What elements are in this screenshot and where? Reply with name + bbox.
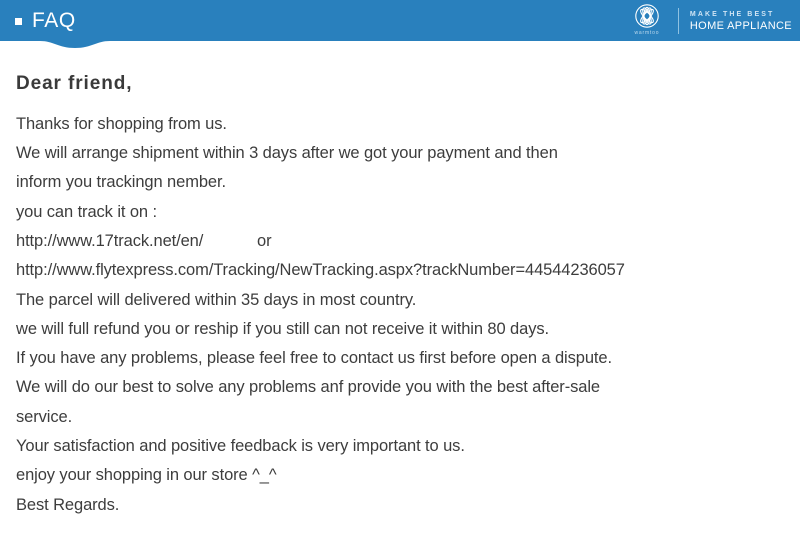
faq-line: you can track it on : xyxy=(16,202,157,221)
faq-line: The parcel will delivered within 35 days… xyxy=(16,290,417,309)
faq-line: Best Regards. xyxy=(16,495,120,514)
brand-wordmark: warmtoo xyxy=(634,30,660,36)
header-content: FAQ warmtoo MAKE THE BEST HOME APPLIANCE xyxy=(0,0,800,41)
faq-line: http://www.flytexpress.com/Tracking/NewT… xyxy=(16,261,625,280)
faq-line: Your satisfaction and positive feedback … xyxy=(16,437,465,456)
faq-line: we will full refund you or reship if you… xyxy=(16,319,549,338)
brand-tagline-top: MAKE THE BEST xyxy=(689,10,775,18)
faq-line: service. xyxy=(16,407,73,426)
faq-body: Dear friend, Thanks for shopping from us… xyxy=(0,49,800,520)
brand-logo: warmtoo MAKE THE BEST HOME APPLIANCE xyxy=(625,0,800,41)
header-title-group: FAQ xyxy=(0,10,76,31)
brand-tagline: MAKE THE BEST HOME APPLIANCE xyxy=(690,9,792,33)
faq-text-block: Thanks for shopping from us. We will arra… xyxy=(16,96,784,520)
faq-line: We will arrange shipment within 3 days a… xyxy=(16,144,558,163)
brand-divider xyxy=(677,7,679,34)
square-bullet-icon xyxy=(15,18,22,25)
page-header: FAQ warmtoo MAKE THE BEST HOME APPLIANCE xyxy=(0,0,800,49)
greeting-text: Dear friend, xyxy=(16,73,133,94)
logo-glyph xyxy=(635,4,659,28)
faq-line: If you have any problems, please feel fr… xyxy=(16,349,612,368)
faq-line: Thanks for shopping from us. xyxy=(16,114,227,133)
faq-line: http://www.17track.net/en/ or xyxy=(16,231,272,250)
warmtoo-circle-logo-icon: warmtoo xyxy=(625,4,669,37)
faq-line: enjoy your shopping in our store ^_^ xyxy=(16,466,277,485)
faq-page: FAQ warmtoo MAKE THE BEST HOME APPLIANCE… xyxy=(0,0,800,556)
faq-line: inform you trackingn nember. xyxy=(16,173,226,192)
page-title: FAQ xyxy=(32,9,76,32)
brand-tagline-bottom: HOME APPLIANCE xyxy=(689,19,792,32)
faq-line: We will do our best to solve any problem… xyxy=(16,378,600,397)
